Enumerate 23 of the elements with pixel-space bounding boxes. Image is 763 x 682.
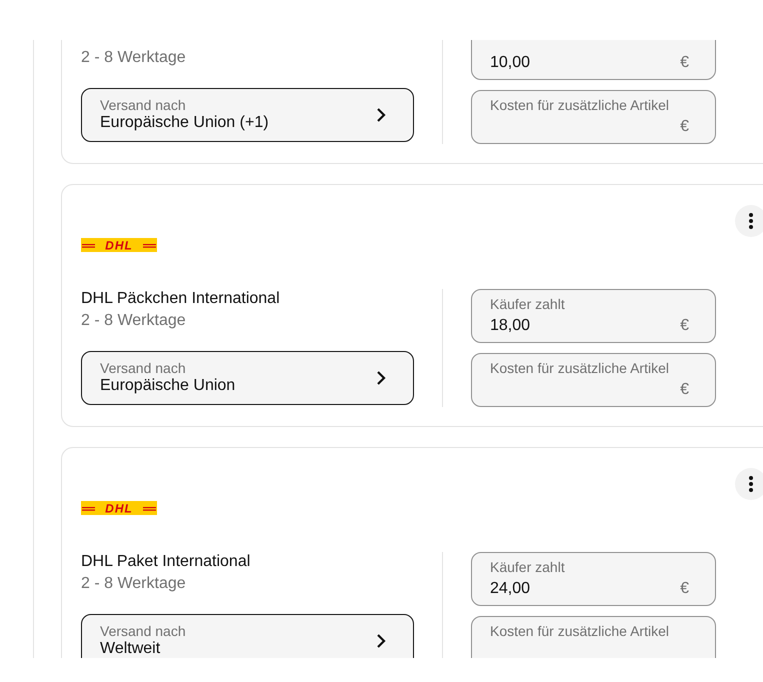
destination-selector[interactable]: Versand nach Europäische Union (+1)	[81, 88, 414, 142]
service-name: DHL Paket International	[81, 552, 252, 572]
price-field[interactable]: 10,00 €	[471, 40, 716, 80]
more-icon	[748, 475, 754, 493]
carrier-logo: DHL	[81, 238, 157, 252]
delivery-time: 2 - 8 Werktage	[81, 574, 187, 594]
price-field[interactable]: Käufer zahlt 24,00 €	[471, 552, 716, 606]
carrier-logo: DHL	[81, 501, 157, 515]
price-field[interactable]: Käufer zahlt 18,00 €	[471, 289, 716, 343]
destination-selector[interactable]: Versand nach Weltweit	[81, 614, 414, 658]
chevron-right-icon	[376, 107, 386, 123]
price-field[interactable]: Kosten für zusätzliche Artikel	[471, 616, 716, 658]
price-field[interactable]: Kosten für zusätzliche Artikel €	[471, 90, 716, 144]
more-menu-button[interactable]	[735, 468, 763, 500]
chevron-right-icon	[376, 633, 386, 649]
service-name: DHL Päckchen International	[81, 289, 281, 309]
destination-selector[interactable]: Versand nach Europäische Union	[81, 351, 414, 405]
more-icon	[748, 212, 754, 230]
price-field[interactable]: Kosten für zusätzliche Artikel €	[471, 353, 716, 407]
chevron-right-icon	[376, 370, 386, 386]
delivery-time: 2 - 8 Werktage	[81, 48, 187, 68]
more-menu-button[interactable]	[735, 205, 763, 237]
delivery-time: 2 - 8 Werktage	[81, 311, 187, 331]
